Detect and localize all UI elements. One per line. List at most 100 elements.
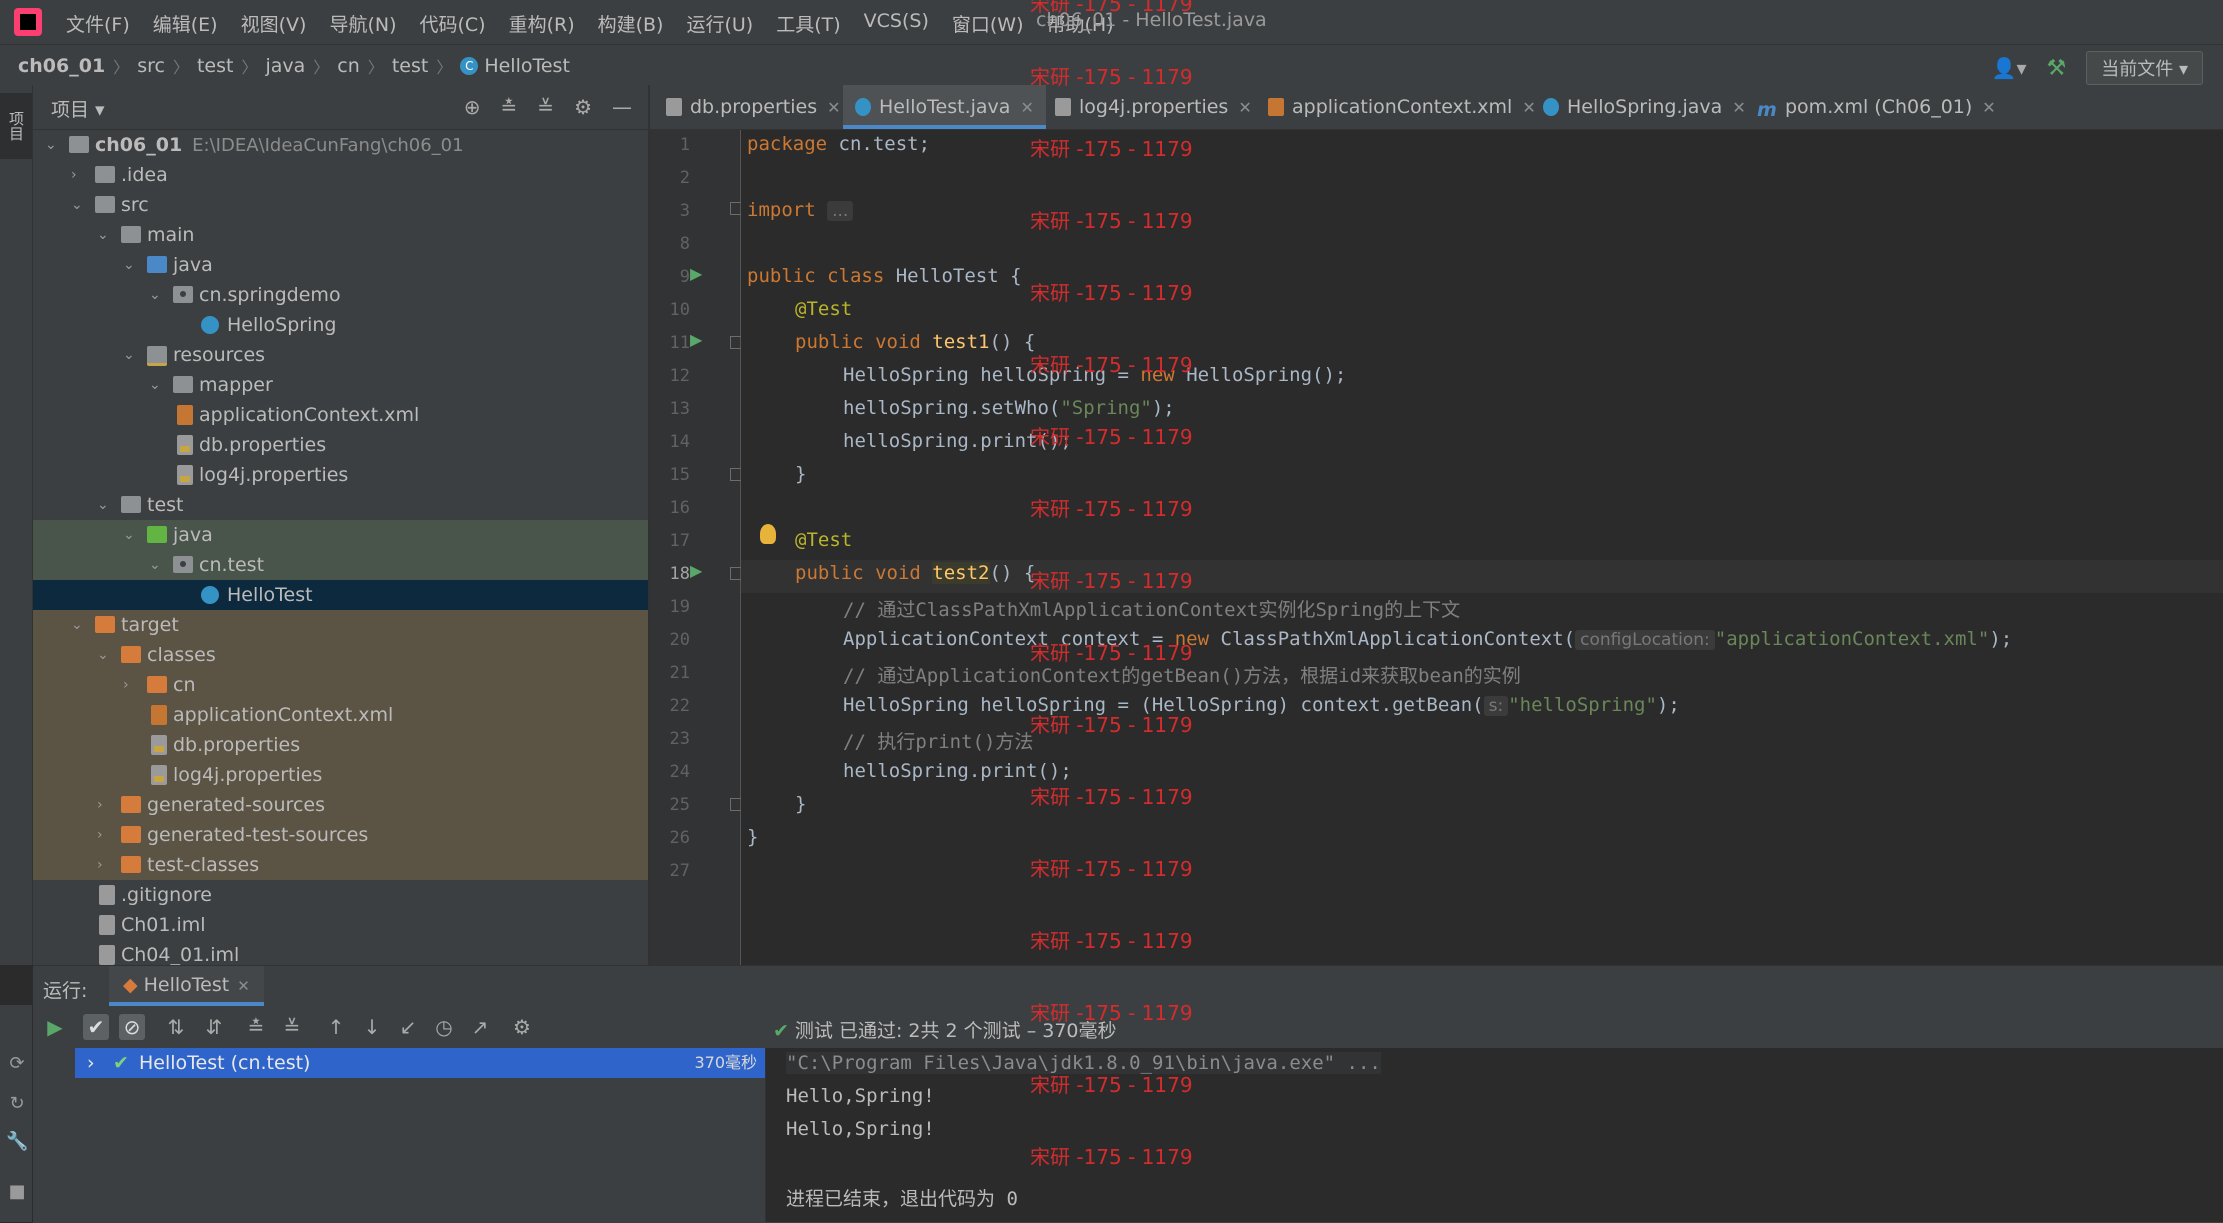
show-passed-icon[interactable]: ✔ (83, 1014, 109, 1040)
stop-icon[interactable]: ■ (6, 1181, 28, 1203)
chevron-down-icon[interactable]: ⌄ (71, 190, 85, 220)
intellij-logo-icon[interactable] (14, 8, 42, 36)
menu-refactor[interactable]: 重构(R) (509, 10, 575, 37)
tree-row[interactable]: .gitignore (33, 880, 648, 910)
tree-row[interactable]: Ch01.iml (33, 910, 648, 940)
chevron-right-icon[interactable]: › (87, 1048, 95, 1078)
tree-row[interactable]: ⌄ cn.test (33, 550, 648, 580)
menu-tools[interactable]: 工具(T) (776, 10, 840, 37)
chevron-right-icon[interactable]: › (71, 160, 85, 190)
close-icon[interactable]: ✕ (1732, 98, 1745, 117)
tree-row[interactable]: applicationContext.xml (33, 700, 648, 730)
chevron-right-icon[interactable]: › (123, 670, 137, 700)
collapse-all-icon[interactable]: ≚ (537, 95, 554, 119)
breadcrumb-java[interactable]: java (265, 55, 305, 77)
chevron-down-icon[interactable]: ⌄ (123, 340, 137, 370)
tree-row-root[interactable]: ⌄ ch06_01 E:\IDEA\IdeaCunFang\ch06_01 (33, 130, 648, 160)
run-tab-hellotest[interactable]: ◆ HelloTest ✕ (109, 966, 264, 1006)
import-tests-icon[interactable]: ↙ (395, 1014, 421, 1040)
close-icon[interactable]: ✕ (1238, 98, 1251, 117)
sort-alpha-icon[interactable]: ⇅ (163, 1014, 189, 1040)
code-editor[interactable]: package cn.test; import ... public class… (741, 130, 2223, 965)
sort-duration-icon[interactable]: ⇵ (201, 1014, 227, 1040)
tree-row[interactable]: ⌄ src (33, 190, 648, 220)
expand-all-icon[interactable]: ≛ (501, 95, 518, 119)
tree-row[interactable]: › test-classes (33, 850, 648, 880)
tree-row[interactable]: ⌄ main (33, 220, 648, 250)
gear-icon[interactable]: ⚙ (509, 1014, 535, 1040)
tree-row[interactable]: ⌄ cn.springdemo (33, 280, 648, 310)
build-hammer-icon[interactable]: ⚒ (2047, 56, 2067, 81)
tab-hellospring-java[interactable]: HelloSpring.java ✕ (1543, 85, 1746, 129)
breadcrumb-test-pkg[interactable]: test (392, 55, 429, 77)
chevron-down-icon[interactable]: ⌄ (149, 370, 163, 400)
wrench-icon[interactable]: 🔧 (6, 1131, 28, 1153)
chevron-right-icon[interactable]: › (97, 790, 111, 820)
lightbulb-icon[interactable] (760, 524, 776, 544)
rerun-failed-icon[interactable]: ⟳ (6, 1053, 28, 1075)
chevron-right-icon[interactable]: › (97, 820, 111, 850)
prev-failed-icon[interactable]: ↑ (323, 1014, 349, 1040)
tab-pom-xml[interactable]: m pom.xml (Ch06_01) ✕ (1757, 85, 1996, 129)
tree-row[interactable]: › cn (33, 670, 648, 700)
menu-view[interactable]: 视图(V) (241, 10, 307, 37)
collapse-all-icon[interactable]: ≚ (279, 1014, 305, 1040)
chevron-down-icon[interactable]: ⌄ (123, 520, 137, 550)
project-tool-tab[interactable]: 项目 (0, 93, 32, 159)
run-config-select[interactable]: 当前文件 ▾ (2086, 51, 2203, 85)
chevron-down-icon[interactable]: ⌄ (123, 250, 137, 280)
breadcrumb-class[interactable]: HelloTest (484, 55, 570, 77)
run-test-icon[interactable]: ▶ (690, 561, 702, 580)
close-icon[interactable]: ✕ (827, 98, 840, 117)
tree-row[interactable]: › generated-sources (33, 790, 648, 820)
chevron-down-icon[interactable]: ⌄ (71, 610, 85, 640)
run-test-icon[interactable]: ▶ (690, 264, 702, 283)
chevron-down-icon[interactable]: ⌄ (97, 490, 111, 520)
expand-all-icon[interactable]: ≛ (243, 1014, 269, 1040)
tab-applicationcontext-xml[interactable]: applicationContext.xml ✕ (1268, 85, 1536, 129)
chevron-down-icon[interactable]: ⌄ (45, 130, 59, 160)
locate-icon[interactable]: ⊕ (464, 95, 481, 119)
chevron-down-icon[interactable]: ⌄ (97, 640, 111, 670)
user-icon[interactable]: 👤▾ (1992, 56, 2027, 80)
close-icon[interactable]: ✕ (237, 977, 250, 995)
chevron-down-icon[interactable]: ⌄ (149, 550, 163, 580)
run-test-icon[interactable]: ▶ (690, 330, 702, 349)
history-icon[interactable]: ◷ (431, 1014, 457, 1040)
tree-row[interactable]: › .idea (33, 160, 648, 190)
gear-icon[interactable]: ⚙ (574, 95, 592, 119)
breadcrumb-project[interactable]: ch06_01 (18, 55, 105, 77)
tree-row[interactable]: ⌄ classes (33, 640, 648, 670)
close-icon[interactable]: ✕ (1982, 98, 1995, 117)
test-row-hellotest[interactable]: › ✔ HelloTest (cn.test) 370毫秒 (75, 1048, 765, 1078)
rerun-icon[interactable]: ▶ (42, 1014, 68, 1040)
menu-code[interactable]: 代码(C) (419, 10, 485, 37)
menu-navigate[interactable]: 导航(N) (329, 10, 396, 37)
tree-row[interactable]: log4j.properties (33, 760, 648, 790)
breadcrumb-test[interactable]: test (197, 55, 234, 77)
tree-row[interactable]: ⌄ test (33, 490, 648, 520)
chevron-down-icon[interactable]: ⌄ (149, 280, 163, 310)
tree-row[interactable]: log4j.properties (33, 460, 648, 490)
chevron-down-icon[interactable]: ⌄ (97, 220, 111, 250)
tab-hellotest-java[interactable]: HelloTest.java ✕ (843, 85, 1046, 129)
tab-db-properties[interactable]: db.properties ✕ (666, 85, 841, 129)
tree-row[interactable]: db.properties (33, 730, 648, 760)
next-failed-icon[interactable]: ↓ (359, 1014, 385, 1040)
show-ignored-icon[interactable]: ⊘ (119, 1014, 145, 1040)
menu-window[interactable]: 窗口(W) (952, 10, 1024, 37)
tree-row[interactable]: applicationContext.xml (33, 400, 648, 430)
project-view-select[interactable]: 项目 ▾ (51, 95, 105, 122)
tree-row[interactable]: ⌄ resources (33, 340, 648, 370)
close-icon[interactable]: ✕ (1522, 98, 1535, 117)
tree-row[interactable]: db.properties (33, 430, 648, 460)
menu-edit[interactable]: 编辑(E) (153, 10, 218, 37)
tree-row[interactable]: › generated-test-sources (33, 820, 648, 850)
tab-log4j-properties[interactable]: log4j.properties ✕ (1055, 85, 1252, 129)
menu-vcs[interactable]: VCS(S) (864, 10, 929, 37)
menu-run[interactable]: 运行(U) (686, 10, 753, 37)
hide-icon[interactable]: — (612, 95, 632, 119)
menu-file[interactable]: 文件(F) (66, 10, 130, 37)
toggle-auto-test-icon[interactable]: ↻ (6, 1093, 28, 1115)
menu-build[interactable]: 构建(B) (598, 10, 664, 37)
